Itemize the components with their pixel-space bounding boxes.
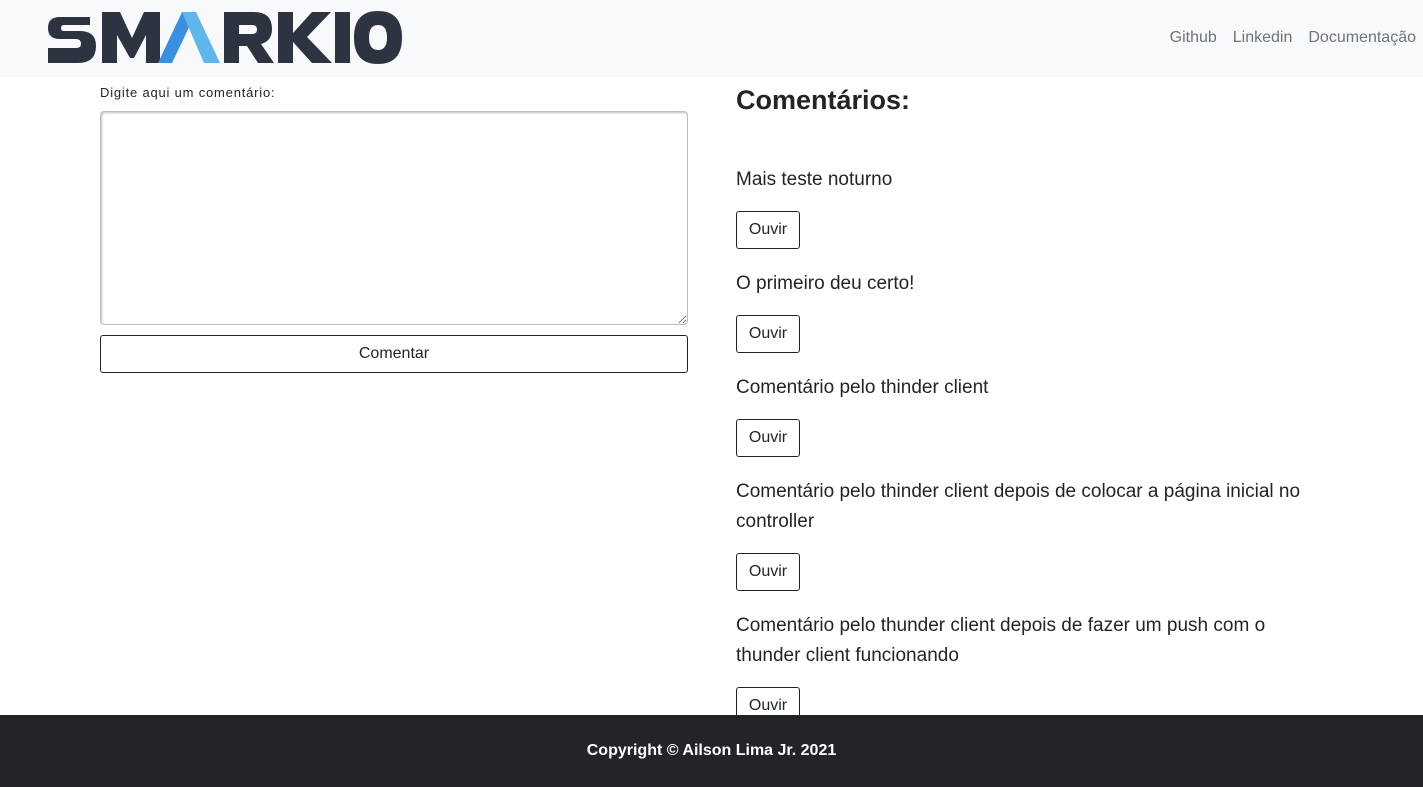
nav-link-linkedin[interactable]: Linkedin <box>1233 28 1293 48</box>
comment-textarea[interactable] <box>100 111 688 325</box>
comment-text: Comentário pelo thinder client depois de… <box>736 481 1301 532</box>
nav-link-github[interactable]: Github <box>1170 28 1217 48</box>
nav-links: Github Linkedin Documentação <box>1170 28 1416 48</box>
comment-text: Mais teste noturno <box>736 169 893 190</box>
listen-button[interactable]: Ouvir <box>736 419 800 457</box>
listen-button[interactable]: Ouvir <box>736 211 800 249</box>
comment-text: O primeiro deu certo! <box>736 273 915 294</box>
comments-section: Comentários: Mais teste noturno Ouvir O … <box>736 84 1326 725</box>
comment-form: Digite aqui um comentário: Comentar <box>100 84 688 373</box>
comment-text: Comentário pelo thinder client <box>736 377 989 398</box>
listen-button[interactable]: Ouvir <box>736 553 800 591</box>
nav-link-documentacao[interactable]: Documentação <box>1308 28 1416 48</box>
comment-text: Comentário pelo thunder client depois de… <box>736 615 1266 666</box>
copyright-text: Copyright © Ailson Lima Jr. 2021 <box>586 742 837 759</box>
comment-label: Digite aqui um comentário: <box>100 85 276 100</box>
navbar: Github Linkedin Documentação <box>0 0 1423 77</box>
comments-title: Comentários: <box>736 85 911 115</box>
listen-button[interactable]: Ouvir <box>736 315 800 353</box>
smarkio-logo[interactable] <box>46 8 406 68</box>
footer: Copyright © Ailson Lima Jr. 2021 <box>0 715 1423 787</box>
comentar-button[interactable]: Comentar <box>100 335 688 373</box>
